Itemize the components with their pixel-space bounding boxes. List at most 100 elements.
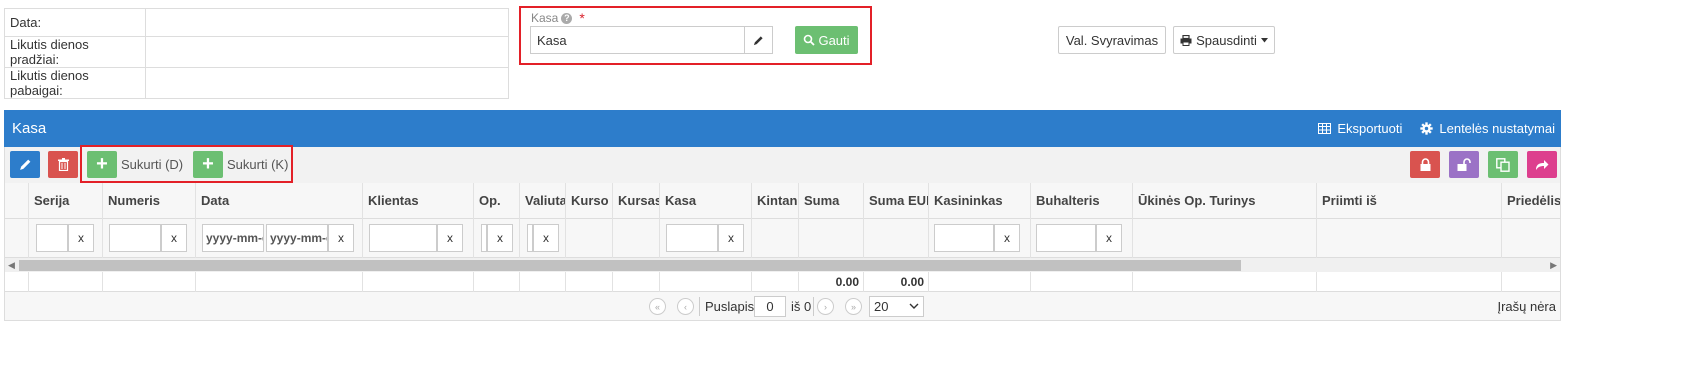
scroll-right-arrow-icon[interactable]: ▶ [1550,258,1557,272]
info-row-start-balance: Likutis dienos pradžiai: [4,36,509,68]
pencil-icon [19,159,30,170]
chevron-down-icon [909,303,919,309]
filter-buhalteris-input[interactable] [1036,224,1096,252]
panel-header: Kasa Eksportuoti Lentelės nustatymai [4,110,1561,147]
column-header-priimti-is[interactable]: Priimti iš [1317,183,1502,219]
kasa-edit-button[interactable] [744,26,773,54]
filter-date-to-input[interactable]: yyyy-mm-dd [266,224,328,252]
filter-buhalteris-clear[interactable]: x [1096,224,1122,252]
column-header-kursas[interactable]: Kursas [613,183,660,219]
column-header-kasa[interactable]: Kasa [660,183,752,219]
column-header-kintantis[interactable]: Kintan [752,183,799,219]
filter-kasininkas-clear[interactable]: x [994,224,1020,252]
copy-button[interactable] [1488,151,1518,178]
column-header-numeris[interactable]: Numeris [103,183,196,219]
filter-klientas-input[interactable] [369,224,437,252]
column-header-select [5,183,29,219]
info-value [145,67,509,99]
filter-numeris-input[interactable] [109,224,161,252]
day-info-table: Data: Likutis dienos pradžiai: Likutis d… [4,8,509,99]
column-header-suma-eur[interactable]: Suma EUR [864,183,929,219]
column-header-kurso-data[interactable]: Kurso d [566,183,613,219]
export-label: Eksportuoti [1337,121,1403,136]
page-number-input[interactable]: 0 [754,296,786,317]
get-button[interactable]: Gauti [795,26,858,54]
table-settings-link[interactable]: Lentelės nustatymai [1420,121,1555,136]
currency-fluctuation-label: Val. Svyravimas [1065,32,1159,48]
column-header-priedelis[interactable]: Priedėlis [1502,183,1560,219]
print-dropdown-button[interactable]: Spausdinti [1173,26,1275,54]
page-count-label: iš 0 [791,299,812,314]
column-header-data[interactable]: Data [196,183,363,219]
delete-button[interactable] [48,151,78,178]
filter-serija-clear[interactable]: x [68,224,94,252]
records-status: Įrašų nėra [1497,299,1556,314]
grid-pager: « ‹ Puslapis 0 iš 0 › » 20 Įrašų nėra [5,292,1560,320]
column-header-op[interactable]: Op. [474,183,520,219]
info-row-end-balance: Likutis dienos pabaigai: [4,67,509,99]
filter-op-clear[interactable]: x [487,224,513,252]
table-settings-label: Lentelės nustatymai [1439,121,1555,136]
pager-divider [813,297,814,316]
kasa-select-value: Kasa [537,32,567,48]
create-buttons-highlight-frame [80,145,293,183]
info-label: Data: [4,8,146,37]
trash-icon [57,158,69,171]
total-suma: 0.00 [799,272,864,292]
info-label: Likutis dienos pradžiai: [4,36,146,68]
kasa-grid: Serija Numeris Data Klientas Op. Valiuta… [4,183,1561,321]
panel-title: Kasa [12,120,47,137]
info-value [145,36,509,68]
filter-numeris-clear[interactable]: x [161,224,187,252]
export-link[interactable]: Eksportuoti [1318,121,1402,136]
gear-icon [1420,122,1434,135]
column-header-valiuta[interactable]: Valiuta [520,183,566,219]
next-page-icon[interactable]: › [817,298,834,315]
print-button-label: Spausdinti [1196,32,1257,48]
column-header-buhalteris[interactable]: Buhalteris [1031,183,1133,219]
filter-kasa-clear[interactable]: x [718,224,744,252]
filter-serija-input[interactable] [36,224,68,252]
pencil-icon [753,35,763,45]
currency-fluctuation-button[interactable]: Val. Svyravimas [1058,26,1166,54]
filter-klientas-clear[interactable]: x [437,224,463,252]
copy-icon [1496,157,1510,172]
search-icon [804,34,816,46]
kasa-field-label: Kasa ? * [531,10,585,26]
table-icon [1318,123,1332,134]
share-arrow-icon [1536,159,1549,170]
first-page-icon[interactable]: « [649,298,666,315]
scrollbar-thumb[interactable] [19,260,1241,271]
grid-header-row: Serija Numeris Data Klientas Op. Valiuta… [5,183,1560,219]
filter-data-clear[interactable]: x [328,224,354,252]
printer-icon [1180,34,1192,46]
page-size-select[interactable]: 20 [869,296,924,317]
unlock-button[interactable] [1449,151,1479,178]
scroll-left-arrow-icon[interactable]: ◀ [8,258,15,272]
column-header-kasininkas[interactable]: Kasininkas [929,183,1031,219]
filter-kasa-input[interactable] [666,224,718,252]
filter-kasininkas-input[interactable] [934,224,994,252]
required-marker: * [579,10,585,26]
lock-button[interactable] [1410,151,1440,178]
column-header-klientas[interactable]: Klientas [363,183,474,219]
column-header-ukines-op-turinys[interactable]: Ūkinės Op. Turinys [1133,183,1317,219]
total-suma-eur: 0.00 [864,272,929,292]
grid-totals-row: 0.00 0.00 [5,272,1560,292]
kasa-select-input[interactable]: Kasa [530,26,745,54]
filter-valiuta-clear[interactable]: x [533,224,559,252]
edit-button[interactable] [10,151,40,178]
kasa-label-text: Kasa [531,11,559,25]
prev-page-icon[interactable]: ‹ [677,298,694,315]
column-header-suma[interactable]: Suma [799,183,864,219]
last-page-icon[interactable]: » [845,298,862,315]
column-header-serija[interactable]: Serija [29,183,103,219]
unlock-icon [1457,158,1471,171]
filter-date-from-input[interactable]: yyyy-mm-dd [202,224,264,252]
horizontal-scrollbar[interactable]: ◀ ▶ [5,258,1560,272]
caret-down-icon [1260,37,1268,42]
info-label: Likutis dienos pabaigai: [4,67,146,99]
help-icon[interactable]: ? [561,12,573,24]
forward-button[interactable] [1527,151,1557,178]
pager-divider [699,297,700,316]
